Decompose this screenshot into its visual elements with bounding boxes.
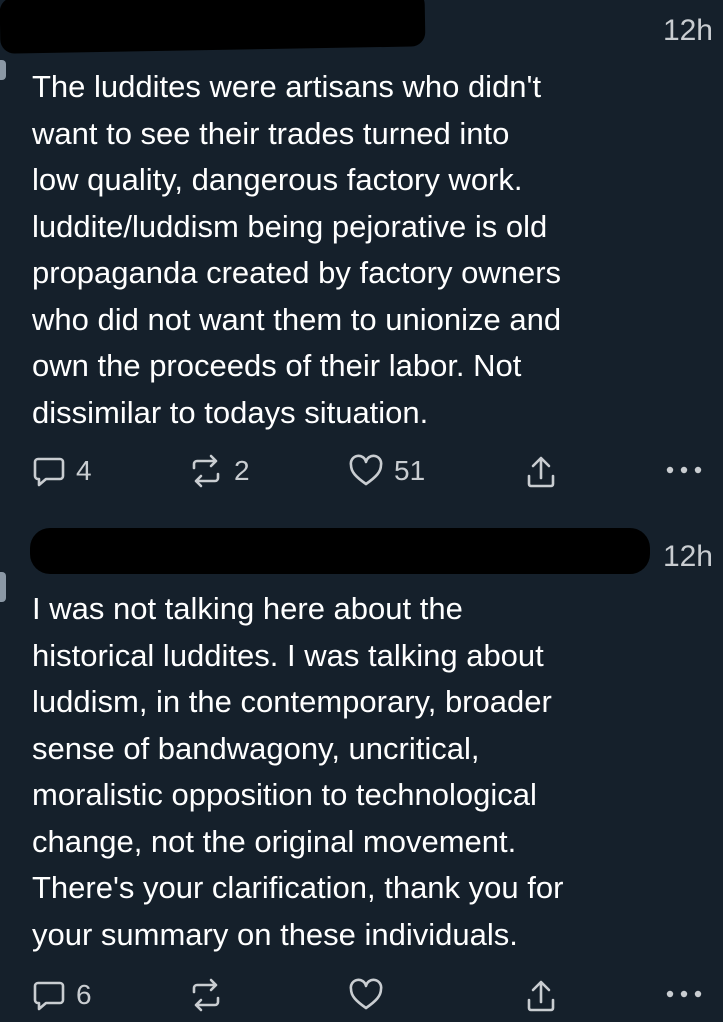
share-upload-icon — [527, 980, 555, 1012]
repost-button[interactable]: 2 — [188, 454, 250, 488]
speech-bubble-icon — [33, 457, 65, 487]
reply-count: 4 — [76, 455, 92, 486]
more-button[interactable] — [664, 460, 704, 480]
share-upload-icon — [527, 456, 555, 488]
more-dots-icon — [666, 990, 702, 998]
like-button[interactable] — [348, 978, 384, 1012]
repost-arrows-icon — [192, 454, 220, 488]
post-body: The luddites were artisans who didn't wa… — [32, 69, 562, 430]
more-dots-icon — [666, 466, 702, 474]
like-count: 51 — [394, 455, 426, 486]
avatar-edge — [0, 60, 6, 80]
speech-bubble-icon — [33, 981, 65, 1011]
share-button[interactable] — [524, 454, 558, 490]
post-timestamp: 12h — [662, 540, 713, 573]
share-button[interactable] — [524, 978, 558, 1014]
more-button[interactable] — [664, 984, 704, 1004]
post-1[interactable]: 12h The luddites were artisans who didn'… — [0, 0, 723, 520]
post-timestamp: 12h — [662, 14, 713, 47]
repost-button[interactable] — [188, 978, 224, 1012]
redacted-author-name — [0, 0, 426, 54]
post-2[interactable]: 12h I was not talking here about the his… — [0, 520, 723, 1012]
like-button[interactable]: 51 — [348, 454, 425, 488]
reply-button[interactable]: 4 — [32, 454, 92, 488]
heart-icon — [349, 454, 383, 486]
heart-icon — [349, 978, 383, 1010]
reply-button[interactable]: 6 — [32, 978, 92, 1012]
reply-count: 6 — [76, 979, 92, 1010]
repost-arrows-icon — [192, 978, 220, 1012]
redacted-author-name — [30, 528, 650, 574]
action-bar: 6 — [0, 972, 723, 1022]
avatar-edge — [0, 572, 6, 602]
action-bar: 4 2 51 — [0, 448, 723, 498]
repost-count: 2 — [234, 455, 250, 486]
post-body: I was not talking here about the histori… — [32, 591, 564, 952]
